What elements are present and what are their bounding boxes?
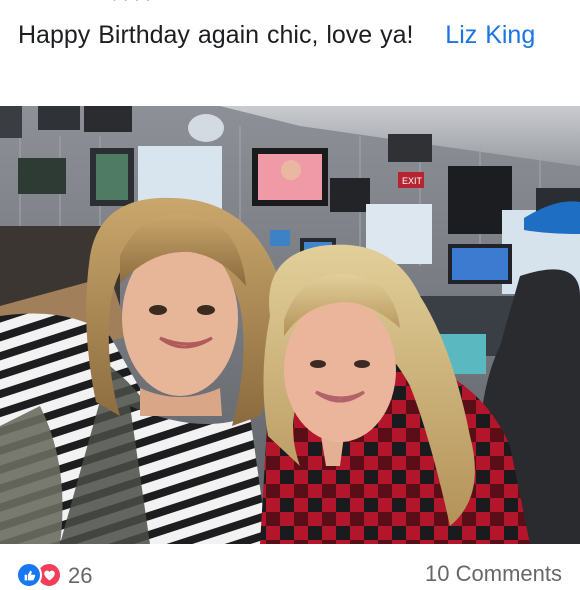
like-icon <box>16 562 42 588</box>
exit-sign: EXIT <box>402 176 423 186</box>
mention-link[interactable]: Liz King <box>445 21 535 49</box>
clipped-header-text: · · · · <box>112 0 151 8</box>
post-message: Happy Birthday again chic, love ya! Liz … <box>18 18 558 53</box>
clipped-header: · · · · <box>0 0 580 12</box>
photo-illustration: EXIT <box>0 106 580 544</box>
post-photo[interactable]: EXIT <box>0 106 580 544</box>
comments-link[interactable]: 10 Comments <box>425 560 562 588</box>
post-message-text: Happy Birthday again chic, love ya! <box>18 21 414 49</box>
reactions-summary[interactable]: 26 <box>16 562 92 588</box>
post-footer: 26 10 Comments <box>0 544 580 588</box>
reaction-count: 26 <box>68 563 93 588</box>
